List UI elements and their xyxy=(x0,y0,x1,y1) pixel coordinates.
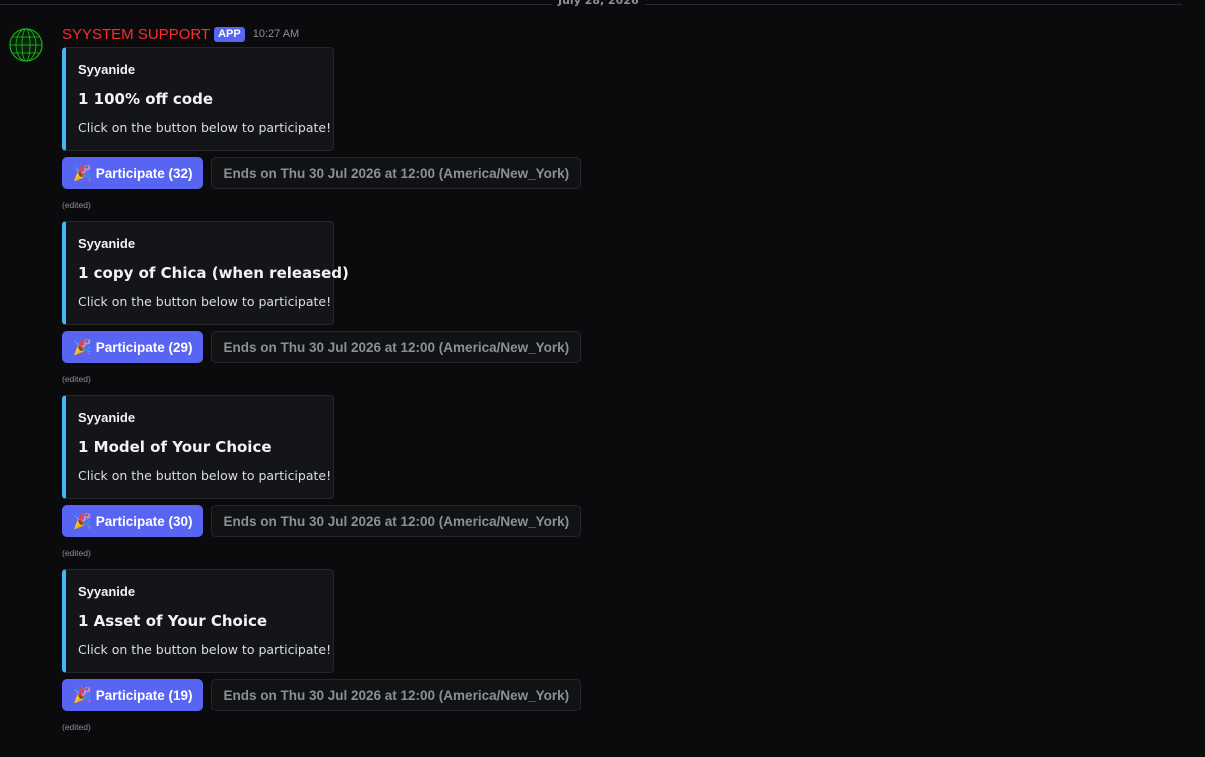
giveaway-message: Syyanide 1 100% off code Click on the bu… xyxy=(62,47,582,221)
participate-button[interactable]: 🎉 Participate (30) xyxy=(62,505,204,537)
giveaway-embed: Syyanide 1 Model of Your Choice Click on… xyxy=(62,395,334,499)
embed-description: Click on the button below to participate… xyxy=(78,642,332,657)
embed-title: 1 100% off code xyxy=(78,90,214,108)
message-actions: 🎉 Participate (19) Ends on Thu 30 Jul 20… xyxy=(62,679,582,711)
embed-title: 1 copy of Chica (when released) xyxy=(78,264,349,282)
embed-description: Click on the button below to participate… xyxy=(78,120,332,135)
message-header: SYYSTEM SUPPORT APP 10:27 AM xyxy=(62,24,299,44)
edited-label: (edited) xyxy=(62,374,91,384)
edited-label: (edited) xyxy=(62,722,91,732)
username[interactable]: SYYSTEM SUPPORT xyxy=(62,26,210,43)
globe-icon xyxy=(9,28,43,62)
embed-author: Syyanide xyxy=(78,236,136,251)
embed-title: 1 Asset of Your Choice xyxy=(78,612,268,630)
edited-label: (edited) xyxy=(62,548,91,558)
party-popper-icon: 🎉 xyxy=(73,687,92,704)
avatar[interactable] xyxy=(8,27,44,63)
party-popper-icon: 🎉 xyxy=(73,339,92,356)
embed-description: Click on the button below to participate… xyxy=(78,468,332,483)
giveaway-embed: Syyanide 1 100% off code Click on the bu… xyxy=(62,47,334,151)
app-badge: APP xyxy=(214,26,245,42)
ends-label: Ends on Thu 30 Jul 2026 at 12:00 (Americ… xyxy=(223,165,570,181)
ends-button: Ends on Thu 30 Jul 2026 at 12:00 (Americ… xyxy=(211,157,582,189)
giveaway-message: Syyanide 1 copy of Chica (when released)… xyxy=(62,221,582,395)
ends-button: Ends on Thu 30 Jul 2026 at 12:00 (Americ… xyxy=(211,331,582,363)
giveaway-message: Syyanide 1 Model of Your Choice Click on… xyxy=(62,395,582,569)
timestamp[interactable]: 10:27 AM xyxy=(253,28,299,40)
embed-description: Click on the button below to participate… xyxy=(78,294,332,309)
message-actions: 🎉 Participate (30) Ends on Thu 30 Jul 20… xyxy=(62,505,582,537)
embed-author: Syyanide xyxy=(78,410,136,425)
party-popper-icon: 🎉 xyxy=(73,165,92,182)
edited-label: (edited) xyxy=(62,200,91,210)
embed-author: Syyanide xyxy=(78,584,136,599)
participate-label: Participate (29) xyxy=(95,339,193,355)
date-divider: July 28, 2026 xyxy=(0,0,1182,10)
divider-date: July 28, 2026 xyxy=(552,0,645,8)
participate-button[interactable]: 🎉 Participate (29) xyxy=(62,331,204,363)
ends-label: Ends on Thu 30 Jul 2026 at 12:00 (Americ… xyxy=(223,339,570,355)
message-actions: 🎉 Participate (29) Ends on Thu 30 Jul 20… xyxy=(62,331,582,363)
giveaway-message: Syyanide 1 Asset of Your Choice Click on… xyxy=(62,569,582,743)
ends-label: Ends on Thu 30 Jul 2026 at 12:00 (Americ… xyxy=(223,513,570,529)
giveaway-embed: Syyanide 1 copy of Chica (when released)… xyxy=(62,221,349,325)
embed-title: 1 Model of Your Choice xyxy=(78,438,272,456)
ends-button: Ends on Thu 30 Jul 2026 at 12:00 (Americ… xyxy=(211,505,582,537)
ends-button: Ends on Thu 30 Jul 2026 at 12:00 (Americ… xyxy=(211,679,582,711)
giveaway-embed: Syyanide 1 Asset of Your Choice Click on… xyxy=(62,569,334,673)
participate-label: Participate (30) xyxy=(95,513,193,529)
participate-button[interactable]: 🎉 Participate (32) xyxy=(62,157,204,189)
participate-label: Participate (32) xyxy=(95,165,193,181)
message-actions: 🎉 Participate (32) Ends on Thu 30 Jul 20… xyxy=(62,157,582,189)
party-popper-icon: 🎉 xyxy=(73,513,92,530)
ends-label: Ends on Thu 30 Jul 2026 at 12:00 (Americ… xyxy=(223,687,570,703)
embed-author: Syyanide xyxy=(78,62,136,77)
participate-label: Participate (19) xyxy=(95,687,193,703)
participate-button[interactable]: 🎉 Participate (19) xyxy=(62,679,204,711)
